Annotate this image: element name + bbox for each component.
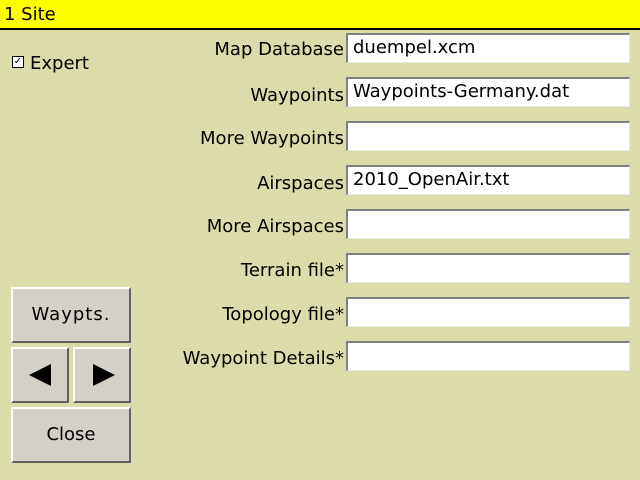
left-arrow-icon (29, 364, 51, 386)
waypts-button[interactable]: Waypts. (11, 287, 131, 343)
previous-page-button[interactable] (11, 347, 69, 403)
waypoint-details-label: Waypoint Details* (182, 348, 344, 369)
close-button[interactable]: Close (11, 407, 131, 463)
next-page-button[interactable] (73, 347, 131, 403)
airspaces-field[interactable]: 2010_OpenAir.txt (346, 165, 630, 195)
checkbox-box[interactable]: ✓ (12, 56, 24, 68)
waypoints-field[interactable]: Waypoints-Germany.dat (346, 77, 630, 107)
map-database-field[interactable]: duempel.xcm (346, 33, 630, 63)
expert-label: Expert (30, 53, 89, 74)
more-waypoints-label: More Waypoints (200, 128, 344, 149)
window-title: 1 Site (4, 4, 56, 25)
waypoint-details-field[interactable] (346, 341, 630, 371)
checkmark-icon: ✓ (13, 56, 23, 67)
airspaces-label: Airspaces (257, 173, 344, 194)
more-waypoints-field[interactable] (346, 121, 630, 151)
terrain-file-label: Terrain file* (240, 260, 344, 281)
terrain-file-field[interactable] (346, 253, 630, 283)
right-arrow-icon (93, 364, 115, 386)
title-bar: 1 Site (0, 0, 640, 30)
topology-file-label: Topology file* (222, 304, 344, 325)
waypoints-label: Waypoints (250, 85, 344, 106)
map-database-label: Map Database (214, 39, 344, 60)
more-airspaces-label: More Airspaces (206, 216, 344, 237)
topology-file-field[interactable] (346, 297, 630, 327)
more-airspaces-field[interactable] (346, 209, 630, 239)
